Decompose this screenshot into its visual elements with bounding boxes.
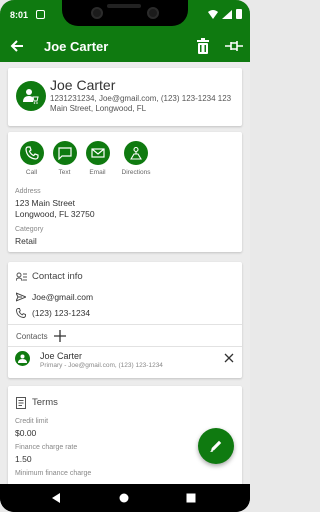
contact-info-title: Contact info <box>32 271 83 282</box>
email-label: Email <box>89 169 106 176</box>
min-finance-label: Minimum finance charge <box>15 470 92 477</box>
contact-name: Joe Carter <box>40 351 83 361</box>
finance-rate-value: 1.50 <box>15 454 32 464</box>
camera-notch <box>62 0 188 26</box>
contact-email[interactable]: Joe@gmail.com <box>32 292 93 302</box>
contact-list-icon <box>16 272 27 282</box>
screen: 8:01 Joe Carter Joe Carter 1231231234, J… <box>0 0 250 484</box>
customer-name: Joe Carter <box>50 77 116 93</box>
email-icon <box>90 148 105 158</box>
customer-details-line1: 1231231234, Joe@gmail.com, (123) 123-123… <box>50 94 232 103</box>
person-icon <box>18 354 27 363</box>
navigation-bar <box>0 484 250 512</box>
nav-back-icon[interactable] <box>52 493 61 503</box>
customer-header-card: Joe Carter 1231231234, Joe@gmail.com, (1… <box>8 68 242 126</box>
front-camera-icon <box>147 7 159 19</box>
credit-limit-label: Credit limit <box>15 418 49 425</box>
customer-details-line2: Main Street, Longwood, FL <box>50 104 147 113</box>
person-cart-icon <box>23 89 39 104</box>
customer-details: 1231231234, Joe@gmail.com, (123) 123-123… <box>50 94 240 114</box>
contact-detail: Primary - Joe@gmail.com, (123) 123-1234 <box>40 362 163 369</box>
directions-button[interactable]: Directions <box>114 141 158 176</box>
send-icon <box>16 292 26 302</box>
status-time: 8:01 <box>10 10 29 20</box>
phone-frame: 8:01 Joe Carter Joe Carter 1231231234, J… <box>0 0 250 512</box>
signal-icon <box>222 9 232 19</box>
address-value[interactable]: 123 Main Street Longwood, FL 32750 <box>15 198 95 220</box>
address-line1: 123 Main Street <box>15 198 76 208</box>
pin-icon[interactable] <box>225 40 243 52</box>
credit-limit-value: $0.00 <box>15 428 37 438</box>
page-title: Joe Carter <box>44 39 109 54</box>
phone-icon <box>24 146 39 160</box>
close-icon[interactable] <box>224 353 234 363</box>
address-line2: Longwood, FL 32750 <box>15 209 95 219</box>
text-button[interactable]: Text <box>48 141 81 176</box>
finance-rate-label: Finance charge rate <box>15 444 78 451</box>
category-label: Category <box>15 226 44 233</box>
status-bar: 8:01 <box>0 0 250 32</box>
nav-home-icon[interactable] <box>119 493 129 503</box>
divider <box>8 324 242 325</box>
details-card: Call Text Email Directions Address 123 M… <box>8 132 242 252</box>
terms-title: Terms <box>32 397 58 408</box>
contacts-title: Contacts <box>16 332 48 341</box>
text-label: Text <box>58 169 71 176</box>
message-icon <box>57 147 72 160</box>
phone-icon <box>16 308 26 318</box>
speaker-icon <box>107 4 141 8</box>
email-button[interactable]: Email <box>81 141 114 176</box>
edit-fab-button[interactable] <box>198 428 234 464</box>
directions-label: Directions <box>121 169 151 176</box>
wifi-icon <box>208 9 218 19</box>
nav-recents-icon[interactable] <box>186 493 196 503</box>
call-label: Call <box>25 169 38 176</box>
contact-avatar <box>15 351 30 366</box>
add-icon[interactable] <box>54 330 66 342</box>
customer-avatar <box>16 81 46 111</box>
pencil-icon <box>210 440 222 452</box>
address-label: Address <box>15 188 41 195</box>
contact-list-item[interactable]: Joe Carter Primary - Joe@gmail.com, (123… <box>8 347 242 375</box>
call-button[interactable]: Call <box>15 141 48 176</box>
document-icon <box>16 397 26 409</box>
contact-phone[interactable]: (123) 123-1234 <box>32 308 90 318</box>
contact-info-card: Contact info Joe@gmail.com (123) 123-123… <box>8 262 242 378</box>
quick-actions: Call Text Email Directions <box>15 141 158 176</box>
back-arrow-icon[interactable] <box>10 39 24 53</box>
battery-icon <box>236 9 242 19</box>
directions-icon <box>130 146 142 160</box>
notification-icon <box>36 10 45 19</box>
app-bar: Joe Carter <box>0 32 250 62</box>
front-camera-icon <box>91 7 103 19</box>
category-value: Retail <box>15 236 37 246</box>
delete-icon[interactable] <box>196 38 210 54</box>
